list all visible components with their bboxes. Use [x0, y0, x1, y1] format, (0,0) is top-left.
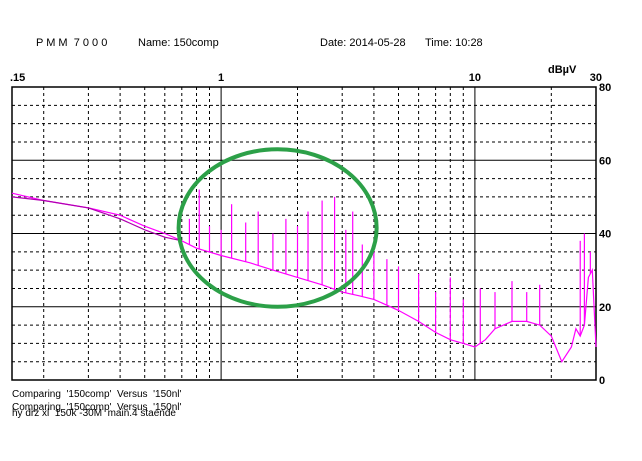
x-tick-label: 10	[469, 72, 481, 84]
series-line-measured	[11, 192, 597, 363]
x-tick-label: .15	[10, 72, 25, 84]
series-line-reference	[11, 196, 182, 242]
comparison-note-1: Comparing '150comp' Versus '150nl'	[12, 389, 182, 400]
x-tick-label: 30	[590, 72, 602, 84]
x-tick-label: 1	[218, 72, 224, 84]
y-tick-label: 0	[599, 375, 605, 387]
y-tick-label: 20	[599, 302, 611, 314]
y-axis-unit: dBµV	[548, 64, 577, 76]
highlight-ellipse	[176, 147, 379, 309]
y-tick-label: 40	[599, 229, 611, 241]
y-tick-label: 60	[599, 155, 611, 167]
setup-note: hy drz xl 150k -30M main.4 staende	[12, 408, 176, 419]
